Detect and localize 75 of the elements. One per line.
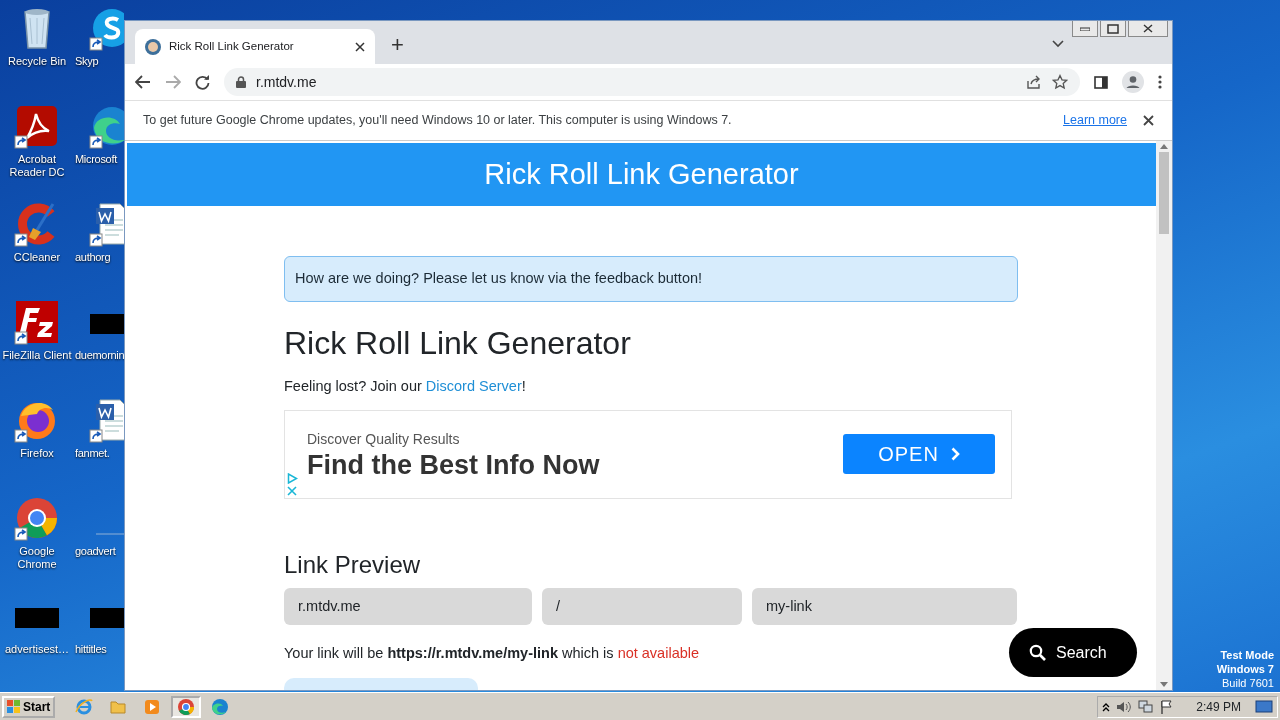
icon-label[interactable]: fanmet.	[75, 447, 110, 460]
chrome-icon	[177, 697, 196, 716]
icon-label[interactable]: advertisest…	[4, 643, 70, 656]
restore-button[interactable]	[1100, 21, 1126, 37]
icon-label[interactable]: Firefox	[20, 447, 54, 460]
icon-label[interactable]: Recycle Bin	[7, 55, 67, 68]
taskbar-button[interactable]	[171, 695, 202, 718]
new-tab-button[interactable]: +	[391, 34, 404, 56]
address-bar[interactable]: r.mtdv.me	[224, 68, 1080, 96]
icon-label[interactable]: authorg	[75, 251, 111, 264]
icon-label[interactable]: CCleaner	[13, 251, 61, 264]
flag-icon[interactable]	[1160, 699, 1175, 714]
volume-icon[interactable]	[1116, 699, 1133, 714]
filezilla-icon[interactable]	[13, 298, 61, 346]
icon-label[interactable]: duemornin	[75, 349, 125, 362]
icon-label[interactable]: Google Chrome	[1, 545, 73, 571]
show-hidden-icons[interactable]	[1102, 701, 1111, 712]
page-header: Rick Roll Link Generator	[127, 143, 1156, 206]
profile-icon[interactable]	[1122, 71, 1144, 93]
favicon	[145, 38, 161, 55]
scroll-up-icon[interactable]	[1160, 144, 1168, 149]
discord-link[interactable]: Discord Server	[425, 378, 522, 395]
link-status-text: Your link will be https://r.mtdv.me/my-link which is not available	[284, 643, 701, 663]
start-button[interactable]: Start	[2, 695, 56, 718]
learn-more-link[interactable]: Learn more	[1063, 111, 1127, 130]
search-icon	[1029, 644, 1046, 661]
ad-eyebrow: Discover Quality Results	[307, 429, 461, 449]
windows-logo-icon	[7, 700, 21, 713]
chevron-icon	[950, 447, 960, 462]
side-panel-icon[interactable]	[1094, 75, 1108, 89]
watermark-text: Build 7601	[1222, 676, 1274, 690]
scrollbar[interactable]	[1156, 141, 1172, 690]
icon-label[interactable]: goadvert	[75, 545, 116, 558]
menu-icon[interactable]	[1158, 75, 1162, 89]
minimize-button[interactable]	[1072, 21, 1098, 37]
show-desktop-icon[interactable]	[1255, 699, 1273, 714]
star-icon[interactable]	[1052, 74, 1068, 90]
close-tab-icon[interactable]	[355, 41, 365, 52]
restore-icon	[1107, 23, 1119, 34]
share-icon[interactable]	[1026, 75, 1042, 89]
page-title: Rick Roll Link Generator	[284, 323, 632, 363]
reload-icon[interactable]	[195, 74, 210, 90]
close-window-button[interactable]	[1128, 21, 1168, 37]
icon-label[interactable]: Acrobat Reader DC	[1, 153, 73, 179]
link-field[interactable]: r.mtdv.me	[284, 587, 532, 625]
update-message: To get future Google Chrome updates, you'll need Windows 10 or later. This computer is using Windows 7.	[143, 112, 732, 130]
scroll-down-icon[interactable]	[1160, 682, 1168, 687]
scrollbar-thumb[interactable]	[1159, 152, 1169, 234]
close-icon	[1143, 24, 1153, 33]
close-icon[interactable]	[1143, 115, 1154, 126]
minimize-icon	[1080, 26, 1090, 31]
ie-icon	[75, 697, 94, 716]
ad-headline: Find the Best Info Now	[307, 449, 600, 480]
section-heading: Link Preview	[284, 550, 422, 580]
url-text: r.mtdv.me	[256, 72, 317, 92]
feedback-alert: How are we doing? Please let us know via the feedback button!	[284, 256, 1018, 302]
link-field[interactable]: my-link	[752, 587, 1017, 625]
network-icon[interactable]	[1138, 699, 1155, 714]
back-icon[interactable]	[135, 75, 151, 89]
watermark-text: Windows 7	[1216, 662, 1274, 676]
icon-label[interactable]: FileZilla Client	[2, 349, 72, 362]
tab-list-icon[interactable]	[1052, 40, 1064, 48]
browser-tab[interactable]: Rick Roll Link Generator	[135, 29, 375, 64]
intro-text: Feeling lost? Join our Discord Server!	[284, 377, 527, 397]
icon-label[interactable]: hittitles	[75, 643, 107, 656]
icon-label[interactable]: Microsoft	[75, 153, 117, 166]
ad-banner[interactable]: Discover Quality Results Find the Best Info Now OPEN	[284, 409, 1012, 499]
lock-icon	[236, 76, 246, 88]
edge-icon	[211, 697, 230, 716]
search-button[interactable]: Search	[1009, 628, 1137, 677]
icon-label[interactable]: Skyp	[75, 55, 99, 68]
open-button[interactable]: OPEN	[843, 434, 995, 475]
watermark-text: Test Mode	[1220, 648, 1274, 662]
media-player-icon	[143, 697, 162, 716]
link-field[interactable]: /	[542, 587, 742, 625]
